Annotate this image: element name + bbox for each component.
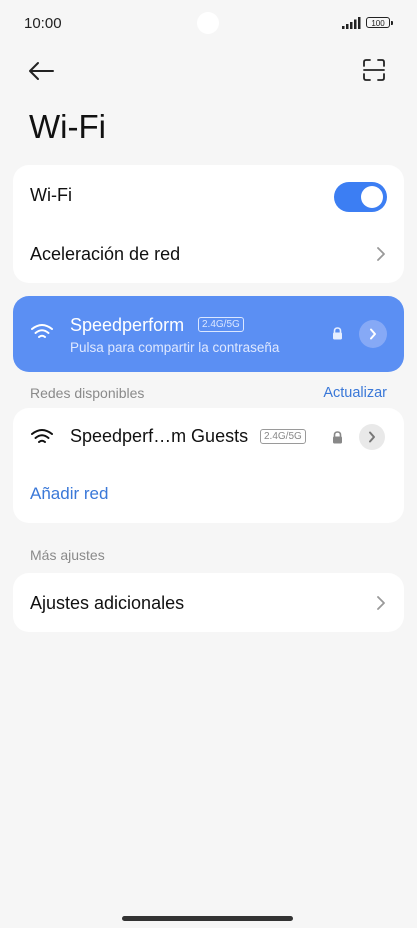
wifi-signal-icon <box>31 324 53 338</box>
wifi-toggle-row[interactable]: Wi-Fi <box>13 167 404 223</box>
chevron-right-icon <box>377 247 385 261</box>
refresh-button[interactable]: Actualizar <box>323 385 387 401</box>
additional-settings-label: Ajustes adicionales <box>30 592 185 613</box>
wifi-signal-icon <box>31 429 53 443</box>
available-networks-card: Speedperf…m Guests 2.4G/5G Añadir red <box>13 408 404 523</box>
connected-network-card[interactable]: Speedperform 2.4G/5G Pulsa para comparti… <box>13 296 404 372</box>
band-badge: 2.4G/5G <box>198 317 244 332</box>
connected-ssid: Speedperform <box>70 315 185 335</box>
available-networks-label: Redes disponibles <box>30 385 145 401</box>
more-settings-label: Más ajustes <box>30 547 105 563</box>
home-indicator[interactable] <box>122 916 293 921</box>
network-ssid: Speedperf…m Guests <box>70 426 249 446</box>
signal-icon <box>342 17 361 29</box>
wifi-settings-card: Wi-Fi Aceleración de red <box>13 165 404 283</box>
more-settings-card: Ajustes adicionales <box>13 573 404 632</box>
scan-qr-button[interactable] <box>360 56 388 84</box>
chevron-right-icon <box>377 596 385 610</box>
page-title: Wi-Fi <box>29 108 106 145</box>
status-time: 10:00 <box>24 15 62 32</box>
status-bar: 10:00 100 <box>0 0 417 48</box>
network-details-button[interactable] <box>359 320 387 348</box>
chevron-right-icon <box>370 328 376 340</box>
lock-icon <box>333 327 342 340</box>
back-button[interactable] <box>26 56 56 86</box>
additional-settings-row[interactable]: Ajustes adicionales <box>13 575 404 631</box>
chevron-right-icon <box>369 431 375 443</box>
lock-icon <box>333 431 342 444</box>
wifi-toggle-switch[interactable] <box>334 182 387 212</box>
network-details-button[interactable] <box>359 424 385 450</box>
scan-icon <box>363 59 385 81</box>
network-acceleration-row[interactable]: Aceleración de red <box>13 226 404 282</box>
back-arrow-icon <box>29 62 54 80</box>
add-network-button[interactable]: Añadir red <box>30 484 108 504</box>
battery-icon: 100 <box>366 17 393 28</box>
toggle-knob <box>361 186 383 208</box>
share-password-hint: Pulsa para compartir la contraseña <box>70 340 280 355</box>
network-row[interactable]: Speedperf…m Guests 2.4G/5G <box>13 408 404 466</box>
network-acceleration-label: Aceleración de red <box>30 243 181 264</box>
band-badge: 2.4G/5G <box>260 429 306 444</box>
wifi-toggle-label: Wi-Fi <box>30 184 72 205</box>
camera-cutout <box>197 12 219 34</box>
